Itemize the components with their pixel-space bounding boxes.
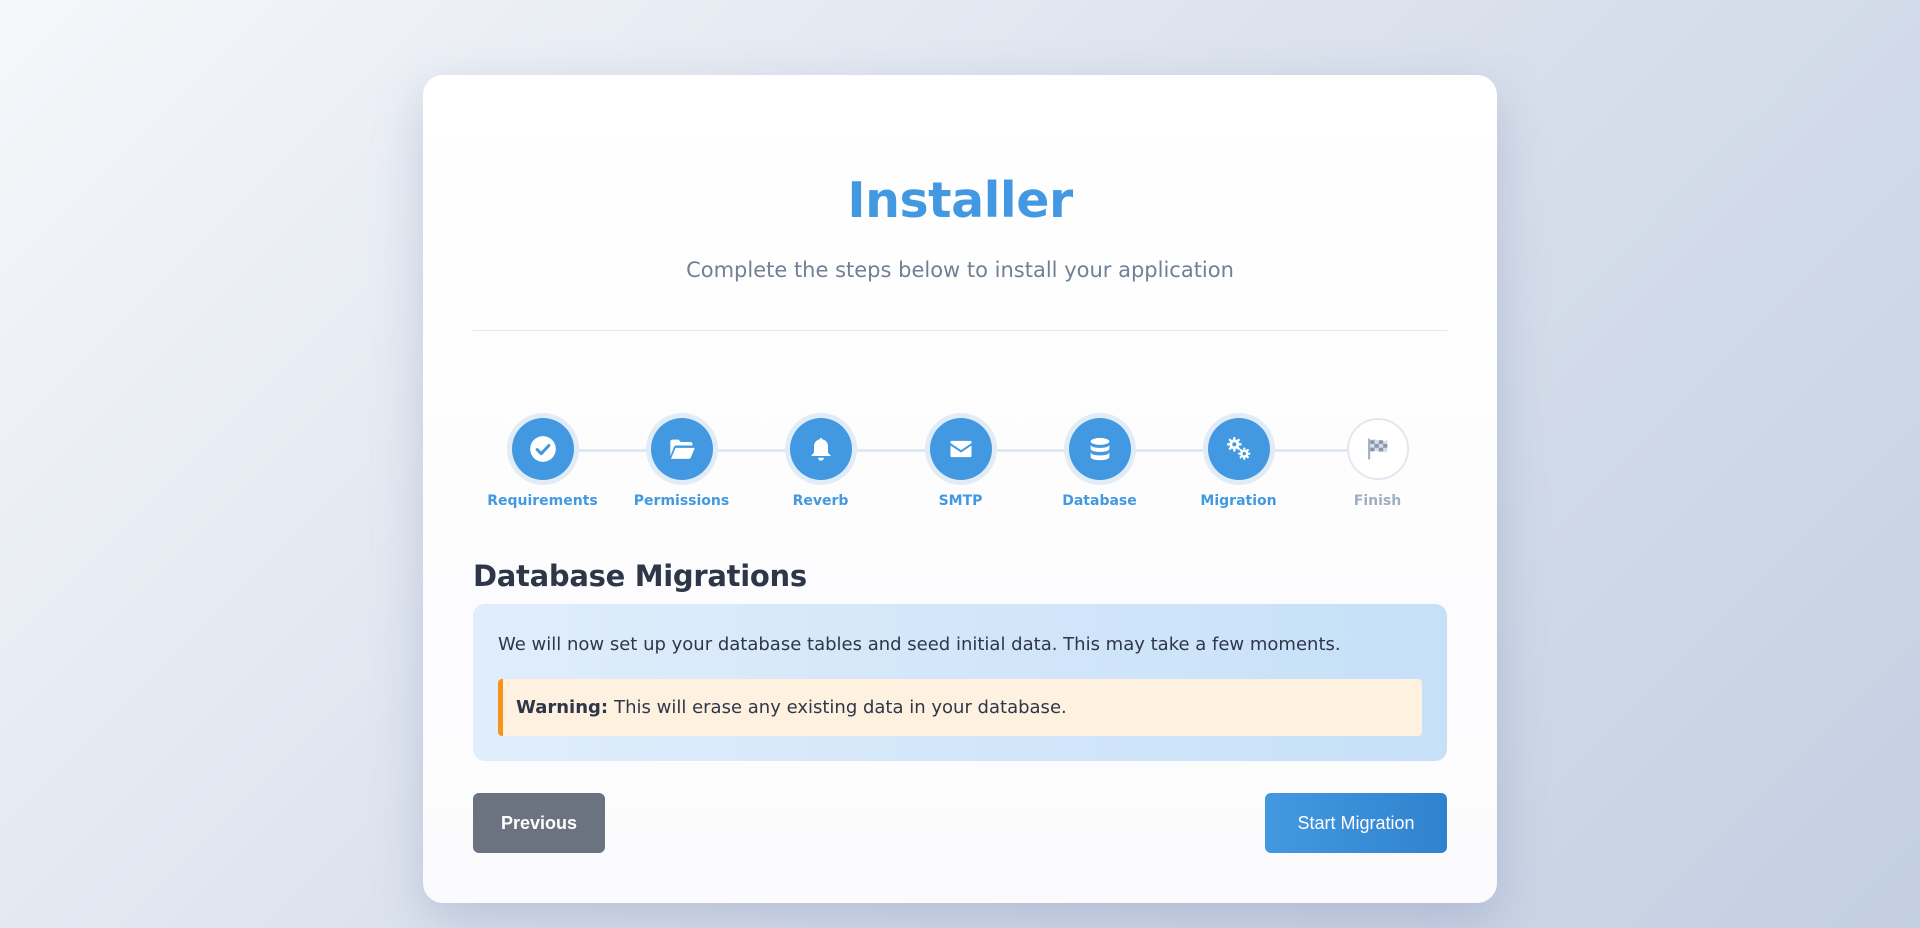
- page-subtitle: Complete the steps below to install your…: [686, 258, 1234, 282]
- folder-open-icon: [669, 439, 695, 459]
- step-label-migration: Migration: [1200, 493, 1277, 509]
- cogs-icon: [1226, 437, 1250, 460]
- header-divider: [473, 330, 1447, 331]
- page-title: Installer: [847, 172, 1073, 229]
- progress-stepper: Requirements Permissions Reverb SMTP Dat…: [473, 397, 1447, 509]
- step-circle-smtp: [929, 418, 992, 480]
- envelope-icon: [950, 440, 971, 458]
- installer-card: Installer Complete the steps below to in…: [423, 75, 1497, 903]
- step-smtp: SMTP: [891, 397, 1030, 509]
- step-label-requirements: Requirements: [487, 493, 598, 509]
- step-label-finish: Finish: [1353, 493, 1402, 509]
- step-migration: Migration: [1169, 397, 1308, 509]
- step-circle-reverb: [789, 418, 852, 480]
- info-text: We will now set up your database tables …: [498, 634, 1341, 655]
- step-requirements: Requirements: [473, 397, 612, 509]
- warning-text: This will erase any existing data in you…: [614, 697, 1067, 718]
- warning-alert: Warning: This will erase any existing da…: [498, 679, 1422, 736]
- step-circle-finish: [1346, 418, 1409, 480]
- section-title: Database Migrations: [473, 559, 807, 593]
- step-finish: Finish: [1308, 397, 1447, 509]
- step-circle-permissions: [650, 418, 713, 480]
- step-database: Database: [1030, 397, 1169, 509]
- step-reverb: Reverb: [751, 397, 890, 509]
- database-icon: [1090, 437, 1109, 461]
- warning-label: Warning:: [516, 697, 609, 718]
- check-circle-icon: [529, 436, 556, 462]
- migration-info-box: We will now set up your database tables …: [473, 604, 1447, 761]
- step-label-smtp: SMTP: [938, 493, 983, 509]
- bell-icon: [810, 437, 831, 461]
- step-circle-requirements: [511, 418, 574, 480]
- step-label-reverb: Reverb: [792, 493, 849, 509]
- flag-checkered-icon: [1367, 438, 1387, 460]
- step-circle-migration: [1207, 418, 1270, 480]
- step-label-database: Database: [1062, 493, 1137, 509]
- previous-button[interactable]: Previous: [473, 793, 605, 853]
- start-migration-button[interactable]: Start Migration: [1265, 793, 1447, 853]
- step-label-permissions: Permissions: [633, 493, 730, 509]
- step-circle-database: [1068, 418, 1131, 480]
- step-permissions: Permissions: [612, 397, 751, 509]
